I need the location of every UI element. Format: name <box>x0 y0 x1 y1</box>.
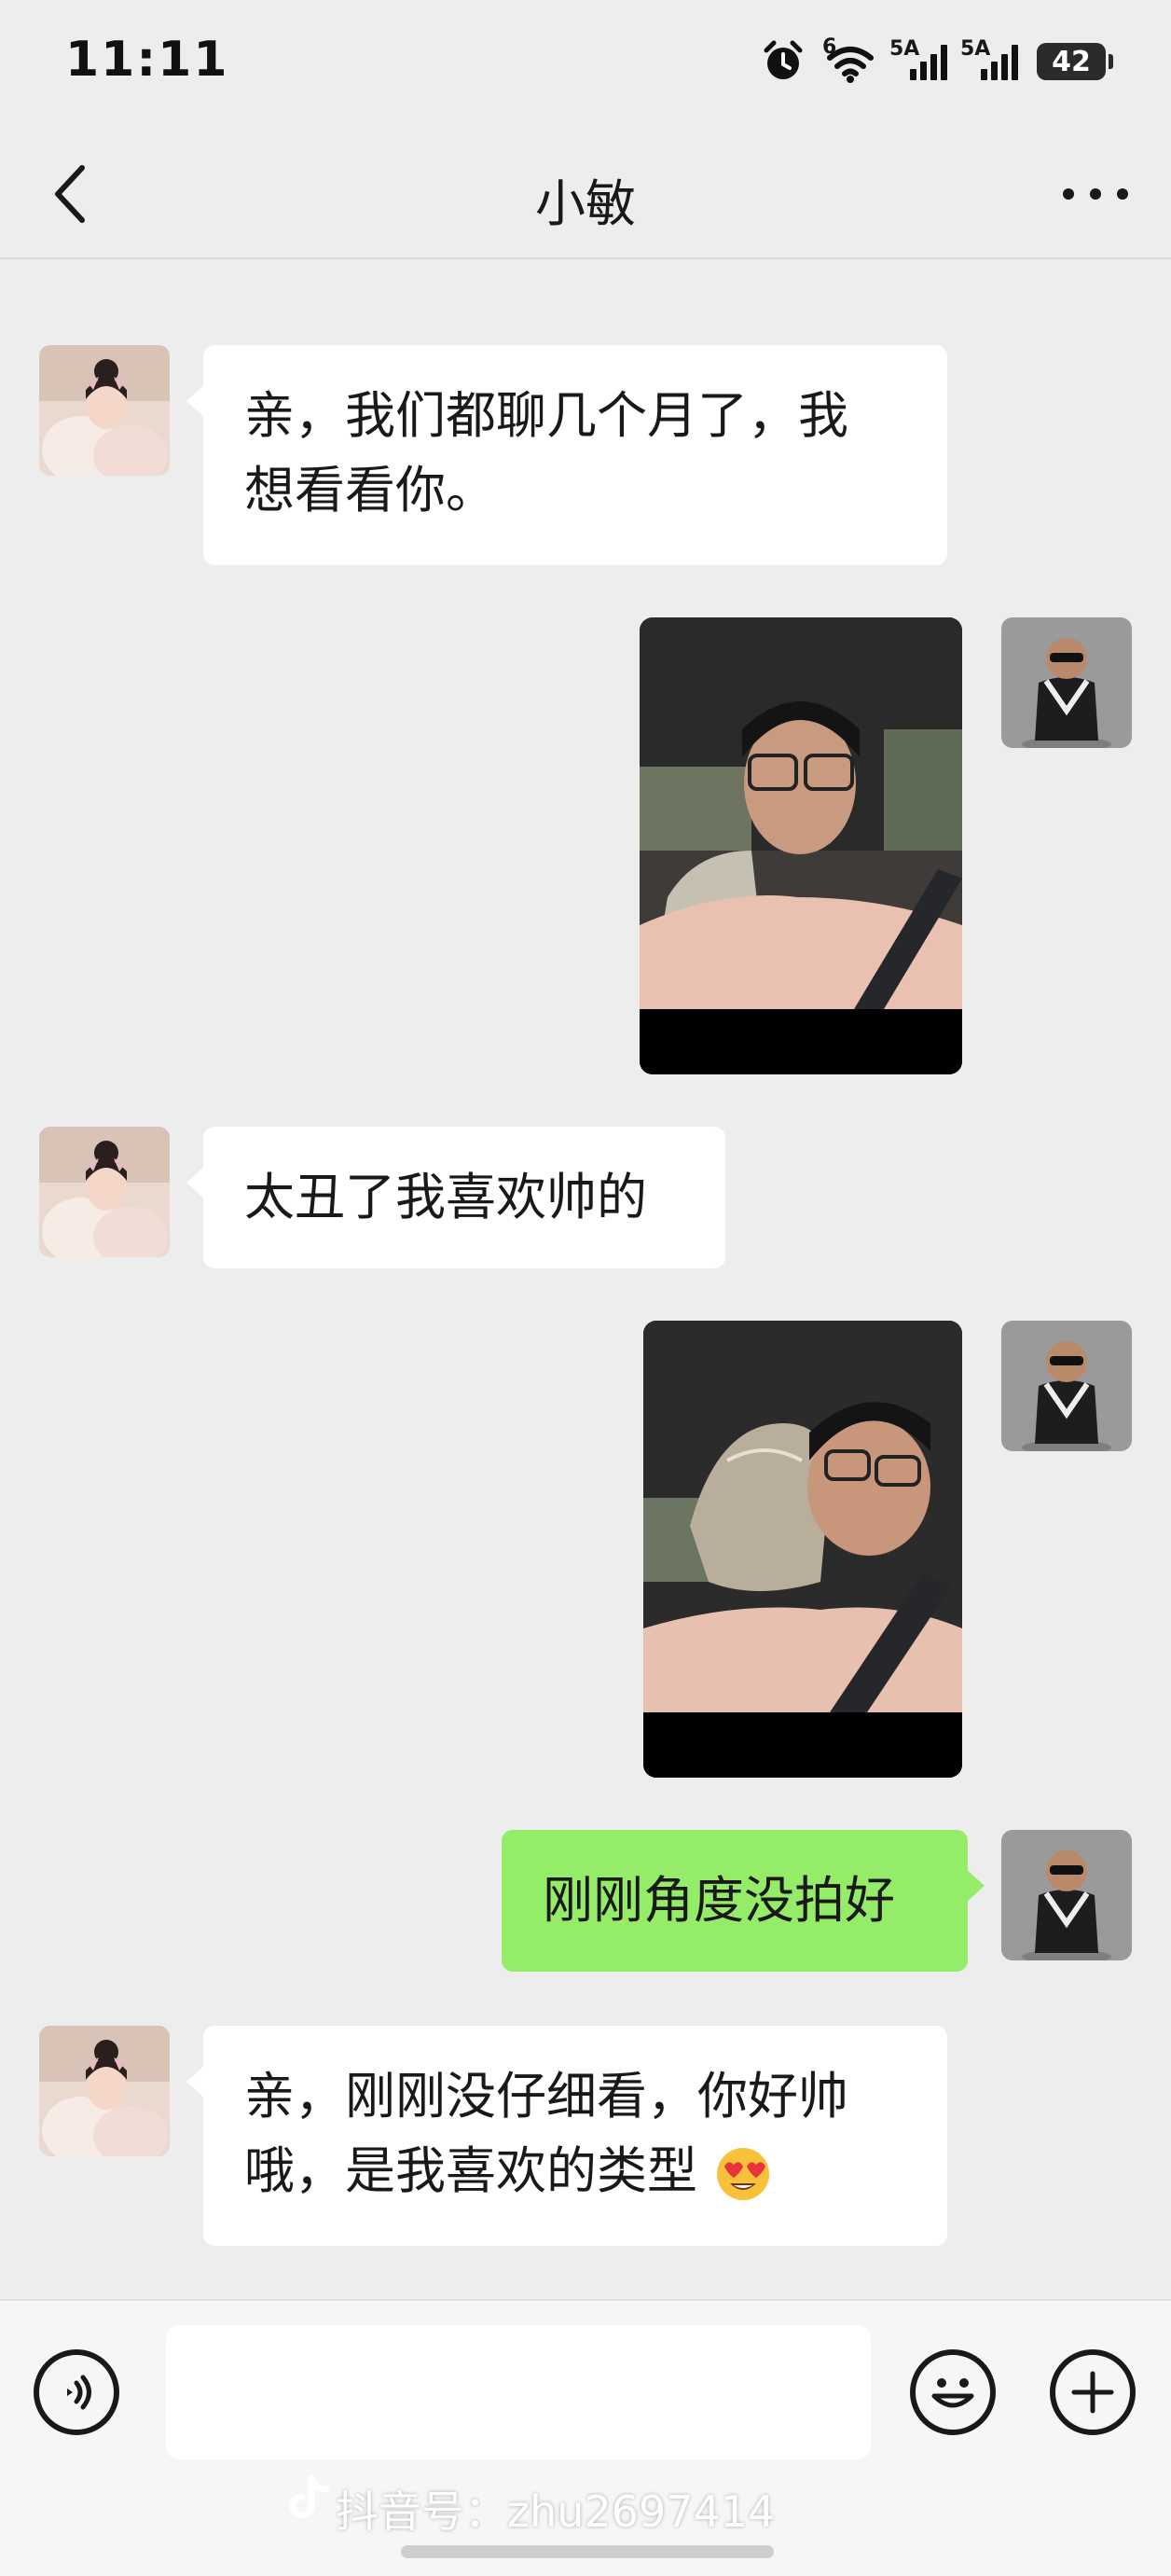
cell-signal-icon-2: 5A <box>960 37 1020 80</box>
message-bubble-received[interactable]: 亲，刚刚没仔细看，你好帅 哦，是我喜欢的类型 <box>186 2026 947 2246</box>
battery-level: 42 <box>1052 45 1091 78</box>
wifi-icon: 6 <box>822 35 878 84</box>
heart-eyes-emoji-icon <box>717 2148 770 2201</box>
signal-label-2: 5A <box>960 37 991 61</box>
home-indicator[interactable] <box>401 2545 774 2558</box>
my-avatar[interactable] <box>1001 1321 1132 1451</box>
contact-avatar[interactable] <box>39 1127 170 1257</box>
watermark-text: 抖音号：zhu2697414 <box>336 2486 776 2537</box>
message-text-line: 亲，我们都聊几个月了，我 <box>244 386 848 445</box>
message-text-line: 亲，刚刚没仔细看，你好帅 <box>244 2067 848 2126</box>
message-text-line: 哦，是我喜欢的类型 <box>244 2141 697 2200</box>
status-time: 11:11 <box>65 32 229 88</box>
message-bubble-sent[interactable]: 刚刚角度没拍好 <box>502 1830 985 1972</box>
douyin-logo-icon <box>289 2474 330 2519</box>
signal-label-1: 5A <box>889 37 920 61</box>
message-bubble-received[interactable]: 亲，我们都聊几个月了，我 想看看你。 <box>186 345 947 565</box>
battery-icon: 42 <box>1037 43 1113 80</box>
wifi-label: 6 <box>822 35 837 59</box>
cell-signal-icon-1: 5A <box>889 37 949 80</box>
chat-title: 小敏 <box>535 174 636 233</box>
my-avatar[interactable] <box>1001 1830 1132 1960</box>
status-bar: 11:11 6 5A 5A 42 <box>0 0 1171 131</box>
input-bar: 抖音号：zhu2697414 <box>0 2299 1171 2576</box>
message-input[interactable] <box>166 2325 871 2459</box>
voice-input-icon[interactable] <box>34 2349 119 2435</box>
message-text-line: 想看看你。 <box>244 461 496 519</box>
my-avatar[interactable] <box>1001 617 1132 748</box>
status-icons: 6 5A 5A 42 <box>761 34 1113 90</box>
contact-avatar[interactable] <box>39 345 170 476</box>
more-functions-plus-icon[interactable] <box>1050 2349 1136 2435</box>
message-text: 太丑了我喜欢帅的 <box>244 1168 647 1226</box>
contact-avatar[interactable] <box>39 2026 170 2156</box>
photo-message[interactable] <box>643 1321 962 1778</box>
message-bubble-received[interactable]: 太丑了我喜欢帅的 <box>186 1127 725 1268</box>
photo-message[interactable] <box>640 617 962 1074</box>
more-options-icon[interactable] <box>1063 168 1128 220</box>
message-text: 刚刚角度没拍好 <box>543 1871 895 1930</box>
chat-header: 小敏 <box>0 131 1171 259</box>
emoji-picker-icon[interactable] <box>910 2349 996 2435</box>
alarm-icon <box>764 40 803 79</box>
